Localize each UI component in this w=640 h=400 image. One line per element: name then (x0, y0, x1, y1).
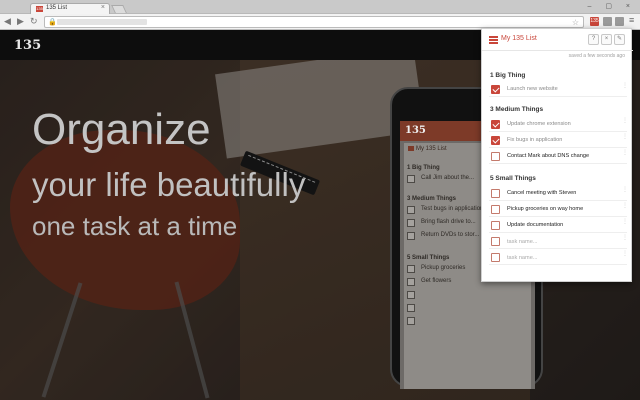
browser-tab-strip: 135 135 List × – ▢ × (0, 0, 640, 14)
task-row[interactable]: ⋮ (489, 234, 628, 249)
checkbox (407, 232, 415, 240)
tab-favicon: 135 (36, 6, 43, 12)
checkbox (407, 317, 415, 325)
phone-task-text: Test bugs in application (421, 206, 484, 212)
edit-button[interactable]: ✎ (614, 34, 625, 45)
phone-list-title-text: My 135 List (416, 146, 447, 153)
task-row[interactable]: Launch new website ⋮ (489, 82, 628, 97)
drag-handle-icon[interactable]: ⋮ (622, 187, 628, 198)
browser-tab[interactable]: 135 135 List × (30, 3, 110, 14)
tab-close-icon[interactable]: × (101, 4, 105, 11)
phone-task-text: Call Jim about the... (421, 175, 475, 181)
checkbox[interactable] (491, 152, 500, 161)
hero-heading: Organize (32, 105, 211, 154)
close-button[interactable]: × (601, 34, 612, 45)
drag-handle-icon[interactable]: ⋮ (622, 251, 628, 262)
new-tab-button[interactable] (111, 5, 127, 13)
task-row[interactable]: Update chrome extension ⋮ (489, 117, 628, 132)
phone-task-text: Pickup groceries (421, 265, 466, 271)
section-title-medium: 3 Medium Things (490, 106, 544, 113)
checkbox (407, 304, 415, 312)
checkbox (407, 175, 415, 183)
hero-tagline: one task at a time (32, 211, 238, 241)
checkbox (407, 265, 415, 273)
checkbox-checked[interactable] (491, 85, 500, 94)
extension-icon[interactable] (603, 17, 612, 26)
checkbox (407, 206, 415, 214)
hero-subheading: your life beautifully (32, 166, 306, 203)
bookmark-star-icon[interactable]: ☆ (572, 17, 579, 28)
task-row[interactable]: Pickup groceries on way home ⋮ (489, 202, 628, 217)
phone-task-text: Get flowers (421, 278, 452, 284)
list-icon (408, 146, 414, 151)
tab-title: 135 List (46, 5, 68, 11)
forward-icon[interactable]: ▶ (17, 16, 24, 27)
drag-handle-icon[interactable]: ⋮ (622, 83, 628, 94)
checkbox[interactable] (491, 221, 500, 230)
phone-task-row (407, 289, 529, 301)
task-name-input[interactable] (507, 237, 607, 246)
task-text[interactable]: Cancel meeting with Steven (507, 190, 576, 196)
checkbox-checked[interactable] (491, 120, 500, 129)
task-text[interactable]: Contact Mark about DNS change (507, 153, 589, 159)
task-text[interactable]: Update chrome extension (507, 121, 571, 127)
phone-section-title: 1 Big Thing (407, 165, 440, 171)
checkbox[interactable] (491, 189, 500, 198)
phone-task-text: Return DVDs to stor... (421, 232, 480, 238)
task-row[interactable]: Fix bugs in application ⋮ (489, 133, 628, 148)
phone-task-text: Bring flash drive to... (421, 219, 476, 225)
drag-handle-icon[interactable]: ⋮ (622, 235, 628, 246)
drag-handle-icon[interactable]: ⋮ (622, 118, 628, 129)
checkbox[interactable] (491, 253, 500, 262)
phone-task-row (407, 315, 529, 327)
address-bar[interactable]: 🔒 ☆ (44, 16, 584, 28)
saved-status: saved a few seconds ago (568, 53, 625, 59)
section-title-small: 5 Small Things (490, 175, 536, 182)
drag-handle-icon[interactable]: ⋮ (622, 203, 628, 214)
url-text (57, 19, 147, 25)
checkbox (407, 278, 415, 286)
checkbox[interactable] (491, 237, 500, 246)
popup-title: My 135 List (501, 35, 537, 42)
drag-handle-icon[interactable]: ⋮ (622, 219, 628, 230)
extension-135-icon[interactable]: 135 (590, 17, 599, 26)
popup-header: My 135 List ? × ✎ (482, 29, 633, 51)
extension-popup: My 135 List ? × ✎ saved a few seconds ag… (481, 28, 633, 282)
task-row[interactable]: Cancel meeting with Steven ⋮ (489, 186, 628, 201)
lock-icon: 🔒 (48, 19, 57, 26)
reload-icon[interactable]: ↻ (30, 16, 38, 27)
window-controls[interactable]: – ▢ × (588, 2, 636, 10)
task-text[interactable]: Update documentation (507, 222, 563, 228)
phone-section-title: 3 Medium Things (407, 196, 457, 202)
task-row[interactable]: Update documentation ⋮ (489, 218, 628, 233)
site-logo[interactable]: 135 (14, 38, 41, 53)
phone-section-title: 5 Small Things (407, 255, 450, 261)
checkbox (407, 291, 415, 299)
task-text[interactable]: Fix bugs in application (507, 137, 562, 143)
help-button[interactable]: ? (588, 34, 599, 45)
drag-handle-icon[interactable]: ⋮ (622, 150, 628, 161)
phone-logo: 135 (405, 125, 426, 136)
task-text[interactable]: Pickup groceries on way home (507, 206, 583, 212)
phone-task-row (407, 302, 529, 314)
phone-list-title: My 135 List (408, 146, 447, 152)
back-icon[interactable]: ◀ (4, 16, 11, 27)
menu-icon[interactable]: ≡ (629, 15, 634, 25)
task-text[interactable]: Launch new website (507, 86, 558, 92)
task-row[interactable]: ⋮ (489, 250, 628, 265)
task-name-input[interactable] (507, 253, 607, 262)
extension-icon[interactable] (615, 17, 624, 26)
drag-handle-icon[interactable]: ⋮ (622, 134, 628, 145)
section-title-big: 1 Big Thing (490, 72, 526, 79)
checkbox[interactable] (491, 205, 500, 214)
list-icon (489, 36, 498, 44)
checkbox (407, 219, 415, 227)
checkbox-checked[interactable] (491, 136, 500, 145)
task-row[interactable]: Contact Mark about DNS change ⋮ (489, 149, 628, 164)
